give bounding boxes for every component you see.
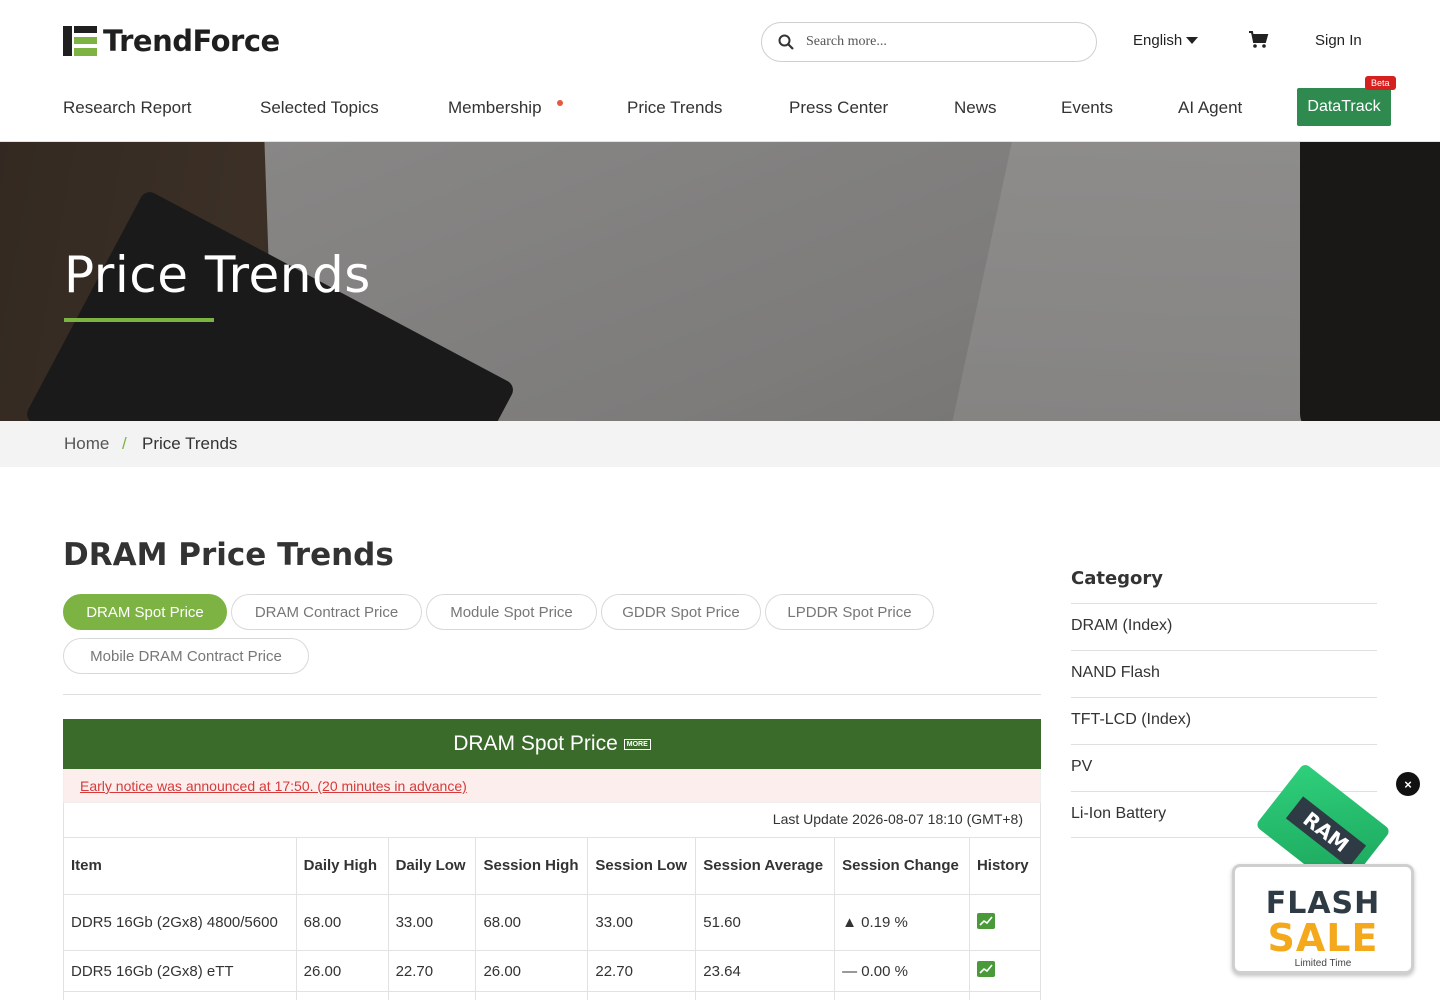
category-tft-lcd-index[interactable]: TFT-LCD (Index)	[1071, 697, 1377, 744]
category-title: Category	[1071, 568, 1164, 589]
close-icon[interactable]: ×	[1396, 772, 1420, 796]
breadcrumb-home[interactable]: Home	[64, 434, 109, 454]
history-chart-icon[interactable]	[976, 961, 995, 977]
nav-price-trends[interactable]: Price Trends	[627, 98, 722, 118]
cell-session-low: 33.00	[587, 894, 697, 951]
table-title-bar: DRAM Spot Price MORE	[63, 719, 1041, 769]
table-row: DDR5 16Gb (2Gx8) eTT 26.00 22.70 26.00 2…	[63, 950, 1042, 992]
cell-session-average: 51.60	[695, 894, 836, 951]
category-nand-flash[interactable]: NAND Flash	[1071, 650, 1377, 697]
cell-session-change: — 0.00 %	[834, 950, 970, 992]
sign-in-link[interactable]: Sign In	[1315, 32, 1362, 49]
table-row: DDR5 16Gb (2Gx8) 4800/5600 68.00 33.00 6…	[63, 894, 1042, 951]
cell-daily-high: 26.00	[295, 950, 389, 992]
language-label: English	[1133, 32, 1183, 49]
col-session-high: Session High	[475, 837, 589, 895]
col-session-change: Session Change	[834, 837, 970, 895]
col-session-average: Session Average	[695, 837, 836, 895]
main-nav: Research Report Selected Topics Membersh…	[0, 76, 1440, 142]
tab-lpddr-spot-price[interactable]: LPDDR Spot Price	[765, 594, 934, 630]
page-title: DRAM Price Trends	[63, 537, 394, 573]
caret-down-icon	[1186, 36, 1199, 44]
last-update: Last Update 2026-08-07 18:10 (GMT+8)	[63, 803, 1041, 838]
cell-session-change: ▲ 0.19 %	[834, 894, 970, 951]
cell-item: DDR5 16Gb (2Gx8) eTT	[63, 950, 297, 992]
nav-press-center[interactable]: Press Center	[789, 98, 888, 118]
cart-icon[interactable]	[1249, 31, 1269, 49]
logo-mark-icon	[63, 24, 97, 58]
search-icon	[778, 34, 794, 50]
cell-session-high: 68.00	[475, 894, 589, 951]
trendforce-logo[interactable]: TrendForce	[63, 24, 280, 58]
cell-session-high: 26.00	[475, 950, 589, 992]
tabs-divider	[63, 694, 1041, 695]
history-chart-icon[interactable]	[976, 912, 995, 929]
breadcrumb-current: Price Trends	[142, 434, 238, 453]
nav-news[interactable]: News	[954, 98, 997, 118]
top-header: TrendForce English Sign In	[0, 0, 1440, 84]
language-selector[interactable]: English	[1133, 32, 1199, 49]
nav-research-report[interactable]: Research Report	[63, 98, 192, 118]
flash-sale-line2: SALE	[1267, 916, 1379, 960]
col-daily-low: Daily Low	[387, 837, 477, 895]
logo-text: TrendForce	[103, 24, 280, 58]
cell-session-low: 22.70	[587, 950, 697, 992]
hero-title-underline	[64, 318, 214, 322]
nav-membership[interactable]: Membership	[448, 98, 542, 118]
membership-notification-dot	[557, 100, 563, 106]
tab-gddr-spot-price[interactable]: GDDR Spot Price	[601, 594, 761, 630]
col-session-low: Session Low	[587, 837, 697, 895]
change-value: 0.19 %	[861, 914, 908, 931]
more-link[interactable]: MORE	[623, 738, 651, 750]
cell-session-average: 23.64	[695, 950, 836, 992]
breadcrumb: Home / Price Trends	[0, 421, 1440, 467]
early-notice-bar: Early notice was announced at 17:50. (20…	[63, 769, 1041, 803]
dash-icon: —	[842, 962, 858, 980]
up-arrow-icon: ▲	[842, 914, 857, 931]
cell-daily-high: 68.00	[295, 894, 389, 951]
col-item: Item	[63, 837, 297, 895]
nav-ai-agent[interactable]: AI Agent	[1178, 98, 1242, 118]
change-value: 0.00 %	[861, 962, 908, 980]
category-dram-index[interactable]: DRAM (Index)	[1071, 603, 1377, 650]
hero-banner: Price Trends	[0, 142, 1440, 421]
beta-badge: Beta	[1365, 76, 1396, 90]
cell-history	[968, 894, 1042, 951]
cell-daily-low: 33.00	[387, 894, 477, 951]
hero-title: Price Trends	[64, 246, 371, 304]
nav-events[interactable]: Events	[1061, 98, 1113, 118]
table-title: DRAM Spot Price	[453, 732, 618, 755]
table-header-row: Item Daily High Daily Low Session High S…	[63, 837, 1042, 895]
nav-selected-topics[interactable]: Selected Topics	[260, 98, 379, 118]
search-box[interactable]	[761, 22, 1097, 62]
tab-mobile-dram-contract-price[interactable]: Mobile DRAM Contract Price	[63, 638, 309, 674]
price-table: Item Daily High Daily Low Session High S…	[63, 837, 1042, 1000]
cell-daily-low: 22.70	[387, 950, 477, 992]
breadcrumb-separator: /	[122, 434, 127, 453]
table-row	[63, 991, 1042, 1000]
tab-module-spot-price[interactable]: Module Spot Price	[426, 594, 597, 630]
early-notice-link[interactable]: Early notice was announced at 17:50. (20…	[80, 778, 467, 794]
cell-history	[968, 950, 1042, 992]
cell-item: DDR5 16Gb (2Gx8) 4800/5600	[63, 894, 297, 951]
datatrack-button[interactable]: DataTrack	[1297, 88, 1391, 126]
col-daily-high: Daily High	[295, 837, 389, 895]
flash-sale-promo[interactable]: RAM FLASH SALE Limited Time	[1228, 762, 1418, 978]
flash-sale-tagline: Limited Time	[1294, 958, 1352, 969]
search-input[interactable]	[806, 34, 1076, 50]
tab-dram-spot-price[interactable]: DRAM Spot Price	[63, 594, 227, 630]
tab-dram-contract-price[interactable]: DRAM Contract Price	[231, 594, 422, 630]
col-history: History	[968, 837, 1042, 895]
